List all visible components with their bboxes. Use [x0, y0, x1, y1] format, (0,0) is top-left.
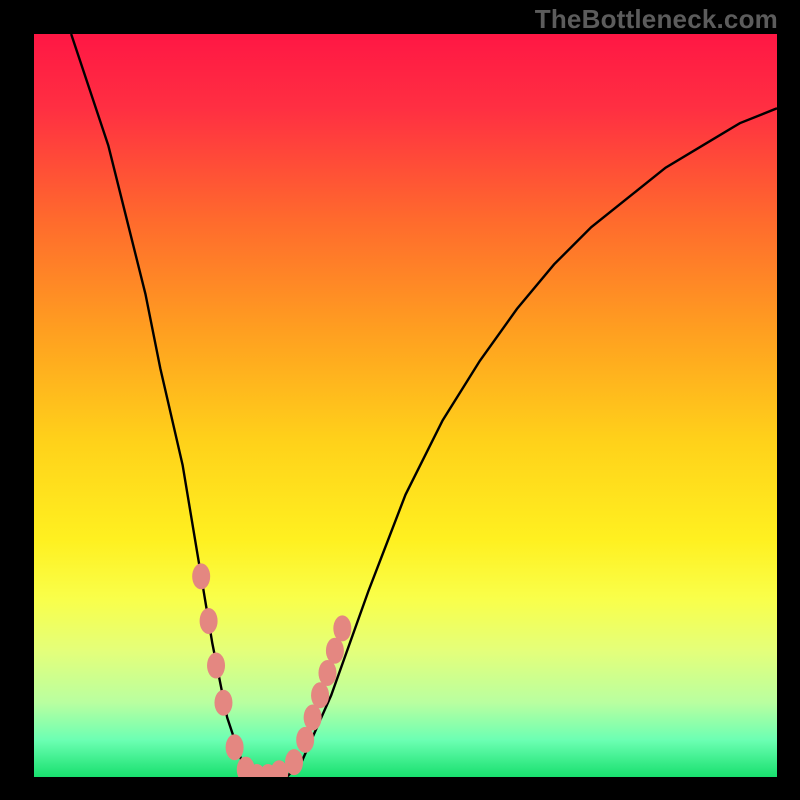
highlight-bead: [214, 690, 232, 716]
highlight-bead: [304, 705, 322, 731]
curve-layer: [34, 34, 777, 777]
highlight-bead: [207, 653, 225, 679]
highlight-beads: [192, 563, 351, 777]
bottleneck-curve: [71, 34, 777, 777]
plot-area: [34, 34, 777, 777]
highlight-bead: [296, 727, 314, 753]
highlight-bead: [285, 749, 303, 775]
chart-frame: TheBottleneck.com: [0, 0, 800, 800]
highlight-bead: [192, 563, 210, 589]
highlight-bead: [200, 608, 218, 634]
highlight-bead: [326, 638, 344, 664]
highlight-bead: [311, 682, 329, 708]
highlight-bead: [333, 615, 351, 641]
highlight-bead: [226, 734, 244, 760]
watermark-text: TheBottleneck.com: [535, 4, 778, 35]
highlight-bead: [318, 660, 336, 686]
